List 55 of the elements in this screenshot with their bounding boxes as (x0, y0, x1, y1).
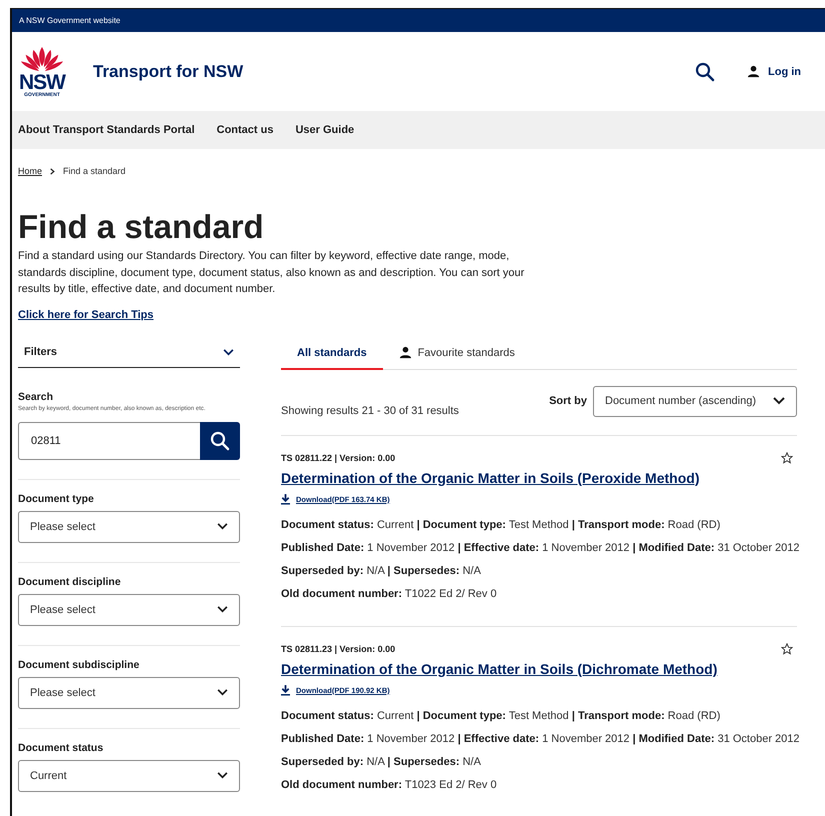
star-icon[interactable] (781, 642, 793, 654)
person-icon (398, 346, 412, 359)
breadcrumb-current: Find a standard (63, 166, 126, 176)
search-field[interactable]: 02811 (18, 422, 200, 460)
dropdown[interactable]: Please select (18, 510, 240, 542)
filters-toggle[interactable]: Filters (18, 338, 240, 368)
filter-label: Document discipline (18, 576, 122, 588)
sort-label: Sort by (549, 394, 587, 406)
chevron-right-icon (49, 168, 56, 174)
search-icon[interactable] (695, 62, 715, 82)
search-icon (210, 430, 230, 450)
document-metadata: Document status: Current | Document type: Test Method | Transport mode: Road (RD) (281, 708, 722, 724)
person-icon (747, 65, 760, 78)
tab[interactable]: All standards (281, 338, 383, 370)
filter-label: Document type (18, 492, 95, 504)
download-icon (281, 684, 290, 696)
nav-link[interactable]: User Guide (295, 124, 354, 136)
sort-dropdown[interactable]: Document number (ascending) (593, 386, 797, 416)
chevron-down-icon (217, 523, 228, 530)
chevron-down-icon (217, 772, 228, 779)
breadcrumb-link[interactable]: Home (18, 166, 42, 176)
page-title: Find a standard (18, 209, 265, 245)
site-title[interactable]: Transport for NSW (93, 62, 244, 82)
dropdown[interactable]: Please select (18, 676, 240, 708)
filter-label: Document subdiscipline (18, 658, 140, 670)
chevron-down-icon (773, 397, 785, 405)
document-metadata: Published Date: 1 November 2012 | Effective date: 1 November 2012 | Modified Date: 31 October 2012 (281, 732, 797, 746)
document-title-link[interactable]: Determination of the Organic Matter in Soils (Dichromate Method) (281, 660, 718, 676)
results-summary: Showing results 21 - 30 of 31 results (281, 404, 459, 416)
document-id: TS 02811.22 | Version: 0.00 (281, 452, 396, 462)
chevron-down-icon (223, 348, 234, 356)
nav-link[interactable]: About Transport Standards Portal (18, 124, 195, 136)
star-icon[interactable] (781, 452, 793, 464)
document-metadata: Published Date: 1 November 2012 | Effective date: 1 November 2012 | Modified Date: 31 October 2012 (281, 540, 797, 556)
page-description: Find a standard using our Standards Directory. You can filter by keyword, effective date range, mode, standards discipline, document type, document status, also known as and description. You can sort your results by title, effective date, and document number. (18, 249, 526, 297)
document-title-link[interactable]: Determination of the Organic Matter in Soils (Peroxide Method) (281, 470, 700, 486)
chevron-down-icon (217, 689, 228, 696)
document-metadata: Old document number: T1022 Ed 2/ Rev 0 (281, 586, 498, 602)
document-metadata: Old document number: T1023 Ed 2/ Rev 0 (281, 778, 498, 792)
search-label: Search (18, 390, 54, 402)
document-metadata: Superseded by: N/A | Supersedes: N/A (281, 564, 482, 578)
download-icon (281, 494, 290, 504)
nav-link[interactable]: Contact us (216, 124, 274, 136)
government-banner-text: A NSW Government website (19, 16, 120, 25)
search-tips-link[interactable]: Click here for Search Tips (18, 308, 154, 320)
chevron-down-icon (217, 606, 228, 613)
dropdown[interactable]: Current (18, 760, 240, 792)
document-metadata: Document status: Current | Document type: Test Method | Transport mode: Road (RD) (281, 518, 722, 532)
document-id: TS 02811.23 | Version: 0.00 (281, 644, 396, 654)
filter-label: Document status (18, 742, 104, 754)
login-button[interactable]: Log in (747, 65, 801, 78)
tab[interactable]: Favourite standards (382, 338, 531, 370)
document-metadata: Superseded by: N/A | Supersedes: N/A (281, 754, 482, 770)
dropdown[interactable]: Please select (18, 594, 240, 626)
search-button[interactable] (200, 422, 240, 460)
